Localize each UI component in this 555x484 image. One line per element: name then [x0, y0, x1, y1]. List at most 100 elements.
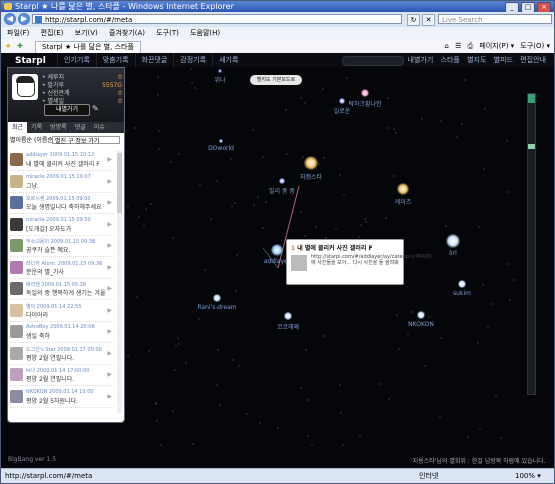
background-star: [506, 191, 508, 193]
background-star: [157, 94, 159, 96]
background-star: [178, 153, 180, 155]
address-url: http://starpl.com/#/meta: [45, 16, 133, 24]
search-input[interactable]: Live Search: [438, 14, 552, 24]
star-6[interactable]: [339, 98, 345, 104]
background-star: [478, 226, 480, 228]
add-favorite-icon[interactable]: ✚: [17, 39, 23, 53]
background-star: [204, 269, 206, 271]
popup-body: http://starpl.com/#/addlayer/ay/category…: [311, 254, 432, 266]
background-star: [440, 120, 442, 122]
version-text: BigBang ver 1.5: [8, 456, 57, 463]
star-label[interactable]: 일로운: [334, 106, 351, 115]
star-label[interactable]: 케이즈: [395, 197, 412, 206]
star-label[interactable]: 위나: [214, 75, 225, 84]
menu-view[interactable]: 보기(V): [75, 29, 98, 37]
tools-menu[interactable]: 도구(O) ▾: [520, 42, 550, 50]
background-star: [148, 350, 150, 352]
star-10[interactable]: [284, 312, 292, 320]
star-label[interactable]: 탁하크황나한: [348, 99, 381, 108]
refresh-icon[interactable]: ↻: [407, 14, 420, 26]
background-star: [192, 443, 194, 445]
star-2[interactable]: [304, 156, 318, 170]
background-star: [138, 216, 140, 218]
background-star: [456, 136, 458, 138]
browser-window: Starpl ★ 나를 닮은 별, 스타플 - Windows Internet…: [0, 0, 555, 484]
background-star: [424, 365, 426, 367]
star-5[interactable]: [361, 89, 369, 97]
star-9[interactable]: [213, 294, 221, 302]
page-menu[interactable]: 페이지(P) ▾: [479, 42, 514, 50]
background-star: [157, 76, 159, 78]
background-star: [464, 79, 466, 81]
background-star: [487, 326, 489, 328]
background-star: [231, 431, 233, 433]
favorites-star-icon[interactable]: ★: [5, 39, 11, 53]
background-star: [323, 335, 325, 337]
star-label[interactable]: lirl: [449, 250, 456, 257]
star-0[interactable]: [218, 69, 222, 73]
star-7[interactable]: [271, 244, 283, 256]
back-icon[interactable]: ◀: [4, 13, 16, 25]
menu-file[interactable]: 파일(F): [7, 29, 29, 37]
background-star: [340, 412, 342, 414]
background-star: [158, 130, 160, 132]
background-star: [304, 102, 306, 104]
background-star: [160, 444, 162, 446]
background-star: [467, 436, 469, 438]
background-star: [172, 410, 174, 412]
background-star: [150, 203, 152, 205]
background-star: [477, 342, 479, 344]
background-star: [194, 87, 196, 89]
star-popup[interactable]: 1 내 별에 클리커 사진 갤러리 F http://starpl.com/#/…: [286, 239, 432, 285]
background-star: [509, 299, 511, 301]
background-star: [374, 101, 376, 103]
zoom-slider[interactable]: [527, 93, 536, 395]
ie-icon: [4, 3, 12, 10]
star-label[interactable]: 지캠스타: [300, 172, 322, 181]
stop-icon[interactable]: ✕: [422, 14, 435, 26]
background-star: [286, 153, 288, 155]
star-8[interactable]: [446, 234, 460, 248]
star-label[interactable]: 빌리 중 중: [269, 186, 295, 195]
background-star: [300, 387, 302, 389]
menu-help[interactable]: 도움말(H): [190, 29, 220, 37]
background-star: [359, 435, 361, 437]
browser-tab[interactable]: Starpl ★ 나를 닮은 별, 스타플: [35, 41, 141, 53]
background-star: [411, 311, 413, 313]
background-star: [259, 422, 261, 423]
background-star: [387, 97, 389, 99]
star-4[interactable]: [397, 183, 409, 195]
background-star: [506, 140, 508, 142]
background-star: [285, 109, 287, 111]
address-bar[interactable]: http://starpl.com/#/meta: [32, 14, 402, 24]
map-mode-badge[interactable]: 별지도 기본모드로: [250, 75, 302, 85]
page-icon: [35, 16, 42, 23]
home-icon[interactable]: ⌂: [444, 42, 448, 50]
background-star: [339, 384, 341, 386]
address-toolbar: ◀ ▶ http://starpl.com/#/meta ↻ ✕ Live Se…: [1, 12, 554, 28]
menu-tools[interactable]: 도구(T): [156, 29, 179, 37]
star-12[interactable]: [458, 280, 466, 288]
background-star: [307, 435, 309, 437]
window-title: Starpl ★ 나를 닮은 별, 스타플 - Windows Internet…: [15, 2, 234, 11]
print-icon[interactable]: ⎙: [468, 42, 474, 50]
star-label[interactable]: DOworld: [208, 145, 234, 152]
feed-icon[interactable]: ☰: [455, 42, 461, 50]
background-star: [318, 163, 320, 165]
menu-favorites[interactable]: 즐겨찾기(A): [109, 29, 145, 37]
background-star: [343, 194, 345, 196]
zoom-level[interactable]: 100% ▾: [515, 469, 541, 483]
star-3[interactable]: [279, 178, 285, 184]
menu-edit[interactable]: 편집(E): [41, 29, 64, 37]
background-star: [175, 345, 177, 347]
star-label[interactable]: sukim: [453, 290, 471, 297]
star-1[interactable]: [219, 139, 223, 143]
background-star: [216, 180, 218, 182]
forward-icon[interactable]: ▶: [18, 13, 30, 25]
background-star: [364, 218, 366, 220]
background-star: [305, 349, 307, 351]
background-star: [246, 413, 248, 415]
star-label[interactable]: NKOKON: [408, 321, 434, 328]
background-star: [219, 404, 221, 406]
star-label[interactable]: 코코해왜: [277, 322, 299, 331]
